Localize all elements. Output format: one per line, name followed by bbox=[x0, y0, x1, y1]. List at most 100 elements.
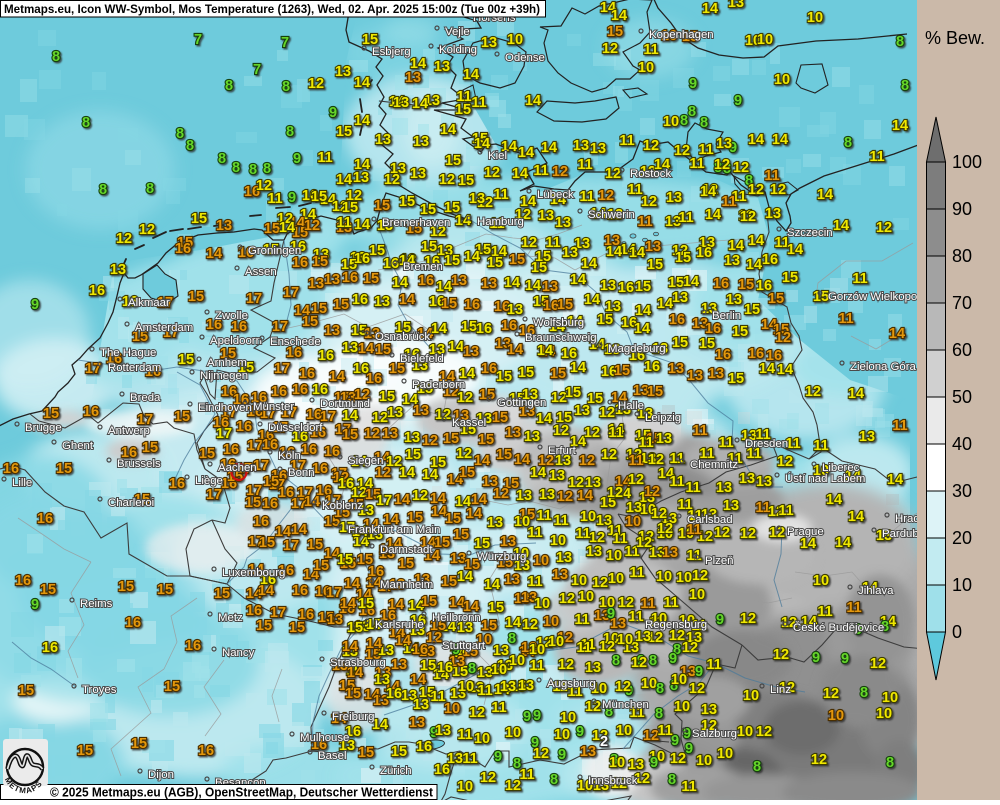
svg-text:15: 15 bbox=[455, 102, 471, 118]
svg-text:15: 15 bbox=[259, 535, 275, 551]
svg-text:12: 12 bbox=[372, 410, 388, 426]
svg-text:16: 16 bbox=[37, 511, 53, 527]
svg-text:8: 8 bbox=[286, 124, 294, 140]
svg-text:12: 12 bbox=[116, 231, 132, 247]
svg-text:Ghent: Ghent bbox=[62, 440, 94, 452]
svg-text:15: 15 bbox=[18, 683, 34, 699]
svg-text:8: 8 bbox=[753, 759, 761, 775]
svg-text:12: 12 bbox=[412, 488, 428, 504]
svg-text:16: 16 bbox=[223, 442, 239, 458]
svg-text:14: 14 bbox=[342, 408, 358, 424]
svg-text:Halle: Halle bbox=[618, 400, 644, 412]
svg-text:11: 11 bbox=[678, 210, 693, 226]
svg-text:13: 13 bbox=[481, 276, 497, 292]
svg-text:Chemnitz: Chemnitz bbox=[690, 459, 738, 471]
svg-text:11: 11 bbox=[852, 271, 867, 287]
svg-text:14: 14 bbox=[342, 639, 358, 655]
svg-text:Erfurt: Erfurt bbox=[548, 445, 577, 457]
svg-text:14: 14 bbox=[340, 596, 356, 612]
svg-text:15: 15 bbox=[375, 342, 391, 358]
svg-text:10: 10 bbox=[571, 573, 587, 589]
svg-text:16: 16 bbox=[386, 686, 402, 702]
svg-text:14: 14 bbox=[536, 411, 552, 427]
svg-text:15: 15 bbox=[668, 275, 684, 291]
svg-text:Dortmund: Dortmund bbox=[320, 398, 370, 410]
svg-text:10: 10 bbox=[543, 614, 559, 630]
svg-text:12: 12 bbox=[870, 656, 886, 672]
svg-text:10: 10 bbox=[757, 32, 773, 48]
svg-text:Groningen: Groningen bbox=[248, 245, 301, 257]
svg-text:11: 11 bbox=[846, 600, 861, 616]
svg-text:17: 17 bbox=[206, 487, 222, 503]
svg-text:14: 14 bbox=[354, 75, 370, 91]
svg-text:8: 8 bbox=[688, 104, 696, 120]
svg-text:11: 11 bbox=[643, 42, 658, 58]
svg-text:15: 15 bbox=[337, 552, 353, 568]
svg-text:9: 9 bbox=[669, 651, 677, 667]
svg-text:17: 17 bbox=[283, 538, 299, 554]
svg-text:11: 11 bbox=[778, 503, 793, 519]
svg-text:12: 12 bbox=[689, 681, 705, 697]
svg-text:10: 10 bbox=[609, 755, 625, 771]
svg-text:16: 16 bbox=[253, 514, 269, 530]
svg-text:15: 15 bbox=[492, 410, 508, 426]
svg-text:14: 14 bbox=[455, 213, 471, 229]
svg-text:60: 60 bbox=[952, 340, 972, 360]
svg-text:14: 14 bbox=[399, 292, 415, 308]
svg-text:12: 12 bbox=[756, 724, 772, 740]
svg-text:15: 15 bbox=[142, 440, 158, 456]
svg-text:16: 16 bbox=[236, 419, 252, 435]
svg-text:Braunschweig: Braunschweig bbox=[525, 332, 597, 344]
svg-text:Basel: Basel bbox=[318, 750, 347, 762]
svg-text:14: 14 bbox=[848, 386, 864, 402]
svg-text:16: 16 bbox=[292, 255, 308, 271]
svg-text:12: 12 bbox=[439, 172, 455, 188]
svg-text:Göttingen: Göttingen bbox=[497, 397, 546, 409]
svg-text:14: 14 bbox=[354, 113, 370, 129]
svg-text:16: 16 bbox=[464, 297, 480, 313]
svg-text:12: 12 bbox=[457, 390, 473, 406]
svg-text:12: 12 bbox=[636, 535, 652, 551]
svg-text:14: 14 bbox=[525, 93, 541, 109]
svg-text:20: 20 bbox=[952, 528, 972, 548]
svg-text:13: 13 bbox=[656, 431, 672, 447]
svg-text:16: 16 bbox=[618, 280, 634, 296]
svg-text:14: 14 bbox=[410, 672, 426, 688]
svg-text:11: 11 bbox=[519, 767, 534, 783]
svg-text:10: 10 bbox=[952, 575, 972, 595]
svg-text:13: 13 bbox=[413, 697, 429, 713]
svg-text:15: 15 bbox=[264, 221, 280, 237]
svg-text:11: 11 bbox=[608, 425, 623, 441]
svg-text:15: 15 bbox=[458, 173, 474, 189]
svg-text:11: 11 bbox=[638, 435, 653, 451]
svg-text:Rotterdam: Rotterdam bbox=[108, 362, 161, 374]
svg-text:15: 15 bbox=[188, 289, 204, 305]
svg-text:Nijmegen: Nijmegen bbox=[200, 370, 248, 382]
svg-text:14: 14 bbox=[570, 360, 586, 376]
svg-text:Kolding: Kolding bbox=[439, 44, 477, 56]
svg-text:13: 13 bbox=[391, 657, 407, 673]
svg-text:Enschede: Enschede bbox=[270, 336, 321, 348]
svg-text:Mannheim: Mannheim bbox=[380, 579, 433, 591]
svg-text:12: 12 bbox=[579, 453, 595, 469]
svg-text:16: 16 bbox=[292, 583, 308, 599]
svg-text:10: 10 bbox=[491, 662, 507, 678]
svg-text:16: 16 bbox=[713, 276, 729, 292]
svg-text:10: 10 bbox=[560, 710, 576, 726]
svg-text:13: 13 bbox=[505, 425, 521, 441]
svg-text:12: 12 bbox=[308, 76, 324, 92]
svg-text:14: 14 bbox=[431, 321, 447, 337]
svg-text:11: 11 bbox=[471, 95, 486, 111]
svg-text:16: 16 bbox=[437, 660, 453, 676]
svg-text:12: 12 bbox=[775, 330, 791, 346]
svg-text:8: 8 bbox=[649, 653, 657, 669]
svg-text:12: 12 bbox=[644, 484, 660, 500]
svg-text:14: 14 bbox=[366, 636, 382, 652]
svg-text:11: 11 bbox=[336, 215, 351, 231]
svg-text:17: 17 bbox=[274, 361, 290, 377]
svg-text:Bremen: Bremen bbox=[403, 261, 443, 273]
svg-text:14: 14 bbox=[606, 244, 622, 260]
svg-text:13: 13 bbox=[756, 474, 772, 490]
svg-text:11: 11 bbox=[576, 640, 591, 656]
svg-text:17: 17 bbox=[376, 493, 392, 509]
